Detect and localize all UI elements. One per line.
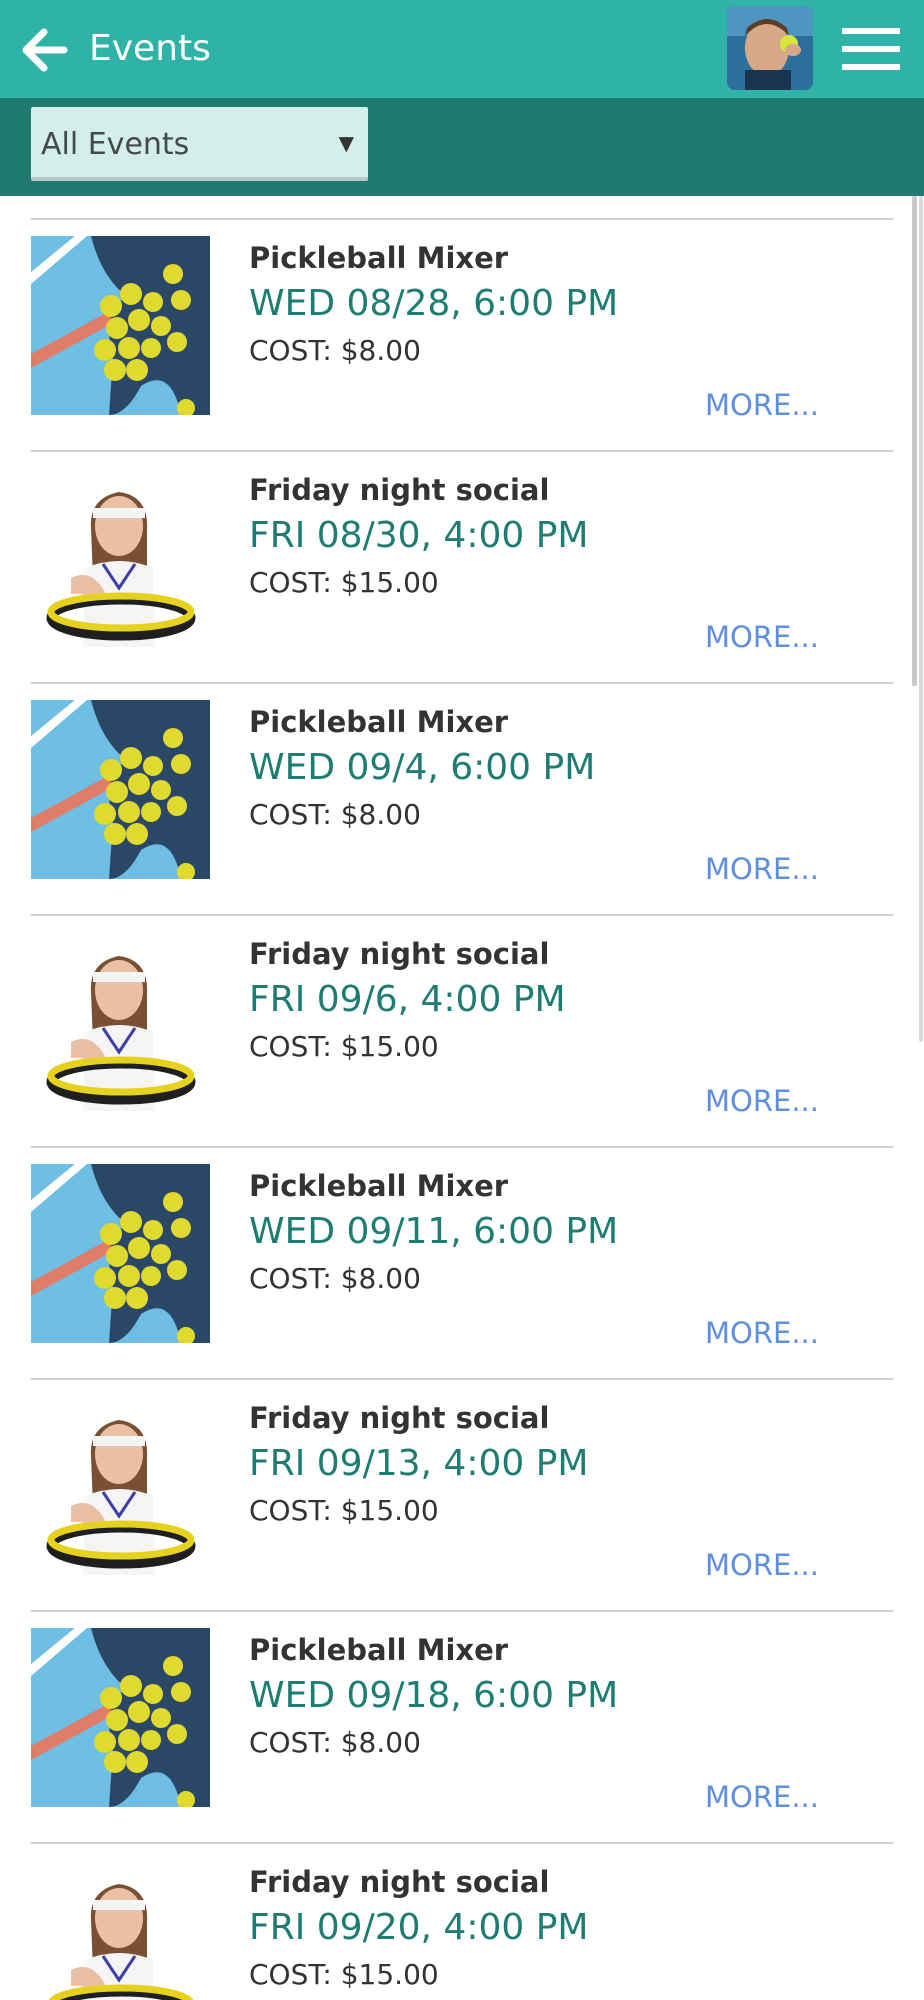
event-row[interactable]: Friday night social FRI 09/6, 4:00 PM COST… (31, 914, 893, 1146)
tennis-player-image (31, 1396, 210, 1575)
pickleball-image (31, 700, 210, 879)
events-screen: Events All Events ▼ Pickleball Mixer WED… (0, 0, 924, 2000)
avatar[interactable] (727, 6, 813, 90)
page-title: Events (89, 28, 211, 69)
event-cost: COST: $8.00 (249, 798, 421, 831)
event-cost: COST: $15.00 (249, 1030, 439, 1063)
event-cost: COST: $15.00 (249, 1958, 439, 1991)
event-name: Friday night social (249, 1401, 550, 1435)
event-filter-dropdown[interactable]: All Events ▼ (31, 107, 368, 181)
event-row[interactable]: Pickleball Mixer WED 09/18, 6:00 PM COST: … (31, 1610, 893, 1842)
hamburger-menu-icon-line (842, 64, 900, 70)
caret-down-icon: ▼ (338, 131, 354, 155)
event-row[interactable]: Pickleball Mixer WED 08/28, 6:00 PM COST: … (31, 218, 893, 450)
event-cost: COST: $8.00 (249, 334, 421, 367)
pickleball-image (31, 236, 210, 415)
event-cost: COST: $15.00 (249, 566, 439, 599)
event-list: Pickleball Mixer WED 08/28, 6:00 PM COST: … (0, 196, 924, 2000)
avatar-image (727, 6, 813, 90)
event-name: Friday night social (249, 1865, 550, 1899)
event-row[interactable]: Friday night social FRI 09/13, 4:00 PM COS… (31, 1378, 893, 1610)
arrow-left-icon (22, 28, 68, 72)
event-thumbnail[interactable] (31, 1164, 210, 1343)
event-cost: COST: $8.00 (249, 1726, 421, 1759)
menu-button[interactable] (842, 28, 902, 70)
pickleball-image (31, 1164, 210, 1343)
event-name: Friday night social (249, 473, 550, 507)
event-thumbnail[interactable] (31, 1396, 210, 1575)
event-date: WED 08/28, 6:00 PM (249, 283, 619, 324)
tennis-player-image (31, 932, 210, 1111)
scrollbar[interactable] (912, 196, 917, 686)
more-link[interactable]: MORE... (705, 386, 819, 424)
more-link[interactable]: MORE... (705, 850, 819, 888)
event-cost: COST: $8.00 (249, 1262, 421, 1295)
event-date: WED 09/18, 6:00 PM (249, 1675, 619, 1716)
event-name: Pickleball Mixer (249, 1633, 509, 1667)
event-date: FRI 09/6, 4:00 PM (249, 979, 566, 1020)
event-thumbnail[interactable] (31, 236, 210, 415)
event-thumbnail[interactable] (31, 700, 210, 879)
filter-bar: All Events ▼ (0, 98, 924, 196)
hamburger-menu-icon (842, 28, 900, 34)
more-link[interactable]: MORE... (705, 1082, 819, 1120)
pickleball-image (31, 1628, 210, 1807)
more-link[interactable]: MORE... (705, 618, 819, 656)
hamburger-menu-icon-line (842, 46, 900, 52)
event-row[interactable]: Friday night social FRI 08/30, 4:00 PM COS… (31, 450, 893, 682)
more-link[interactable]: MORE... (705, 1314, 819, 1352)
tennis-player-image (31, 1860, 210, 2000)
scrollbar-track[interactable] (919, 196, 923, 1042)
event-row[interactable]: Friday night social FRI 09/20, 4:00 PM COS… (31, 1842, 893, 2000)
app-bar: Events (0, 0, 924, 98)
back-button[interactable] (16, 22, 72, 78)
event-thumbnail[interactable] (31, 1860, 210, 2000)
event-row[interactable]: Pickleball Mixer WED 09/4, 6:00 PM COST: $… (31, 682, 893, 914)
event-name: Friday night social (249, 937, 550, 971)
event-date: WED 09/4, 6:00 PM (249, 747, 596, 788)
tennis-player-image (31, 468, 210, 647)
event-date: WED 09/11, 6:00 PM (249, 1211, 619, 1252)
event-name: Pickleball Mixer (249, 705, 509, 739)
event-name: Pickleball Mixer (249, 1169, 509, 1203)
event-cost: COST: $15.00 (249, 1494, 439, 1527)
event-date: FRI 09/13, 4:00 PM (249, 1443, 589, 1484)
more-link[interactable]: MORE... (705, 1778, 819, 1816)
event-row[interactable]: Pickleball Mixer WED 09/11, 6:00 PM COST: … (31, 1146, 893, 1378)
event-name: Pickleball Mixer (249, 241, 509, 275)
more-link[interactable]: MORE... (705, 1546, 819, 1584)
event-thumbnail[interactable] (31, 1628, 210, 1807)
event-date: FRI 09/20, 4:00 PM (249, 1907, 589, 1948)
event-thumbnail[interactable] (31, 468, 210, 647)
event-filter-value: All Events (41, 127, 190, 162)
event-thumbnail[interactable] (31, 932, 210, 1111)
event-date: FRI 08/30, 4:00 PM (249, 515, 589, 556)
